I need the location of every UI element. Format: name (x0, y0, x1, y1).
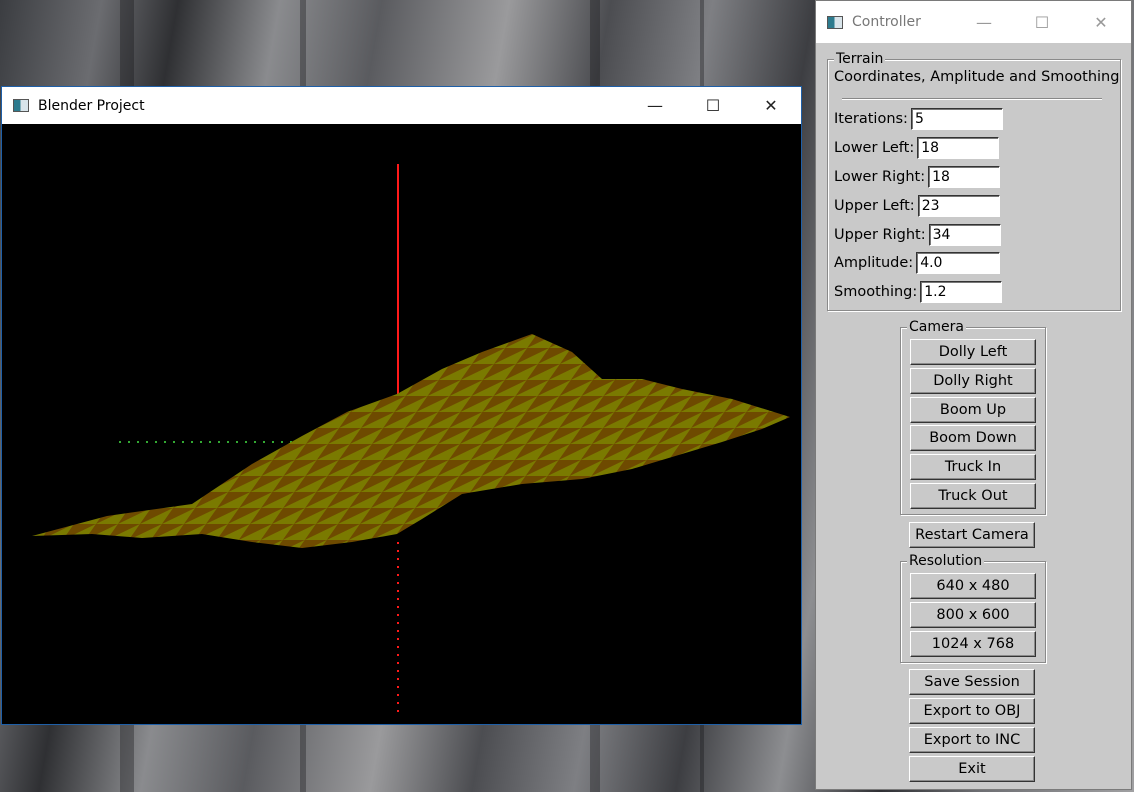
3d-viewport[interactable] (2, 124, 801, 724)
amplitude-row: Amplitude: (834, 251, 1001, 275)
dolly-right-button[interactable]: Dolly Right (910, 368, 1036, 394)
lower-right-label: Lower Right: (834, 169, 926, 185)
maximize-icon: ☐ (705, 96, 721, 115)
window-title: Blender Project (38, 97, 145, 114)
export-obj-button[interactable]: Export to OBJ (909, 698, 1035, 724)
truck-in-button[interactable]: Truck In (910, 454, 1036, 480)
camera-group: Camera Dolly Left Dolly Right Boom Up Bo… (900, 319, 1046, 515)
maximize-button[interactable]: ☐ (690, 87, 736, 124)
boom-up-button[interactable]: Boom Up (910, 397, 1036, 423)
app-icon (13, 99, 29, 112)
terrain-group: Terrain Coordinates, Amplitude and Smoot… (827, 51, 1121, 311)
boom-down-button[interactable]: Boom Down (910, 425, 1036, 451)
upper-right-field[interactable] (928, 224, 1001, 246)
close-icon: ✕ (764, 96, 778, 115)
maximize-button[interactable]: ☐ (1019, 1, 1065, 43)
iterations-row: Iterations: (834, 107, 1003, 131)
close-button[interactable]: ✕ (1078, 1, 1124, 43)
upper-left-label: Upper Left: (834, 198, 915, 214)
export-inc-button[interactable]: Export to INC (909, 727, 1035, 753)
exit-button[interactable]: Exit (909, 756, 1035, 782)
restart-camera-button[interactable]: Restart Camera (909, 522, 1035, 548)
truck-out-button[interactable]: Truck Out (910, 483, 1036, 509)
smoothing-label: Smoothing: (834, 284, 918, 300)
minimize-icon: — (976, 12, 992, 32)
upper-left-row: Upper Left: (834, 194, 1000, 218)
dolly-left-button[interactable]: Dolly Left (910, 339, 1036, 365)
blender-titlebar[interactable]: Blender Project — ☐ ✕ (2, 87, 801, 124)
close-icon: ✕ (1094, 12, 1108, 32)
save-session-button[interactable]: Save Session (909, 669, 1035, 695)
terrain-render (32, 164, 790, 716)
resolution-1024-button[interactable]: 1024 x 768 (910, 631, 1036, 657)
smoothing-row: Smoothing: (834, 280, 1003, 304)
minimize-icon: — (647, 96, 663, 115)
amplitude-label: Amplitude: (834, 255, 914, 271)
minimize-button[interactable]: — (961, 1, 1007, 43)
camera-legend: Camera (907, 319, 966, 335)
app-icon (827, 15, 843, 29)
iterations-label: Iterations: (834, 111, 908, 127)
terrain-subtitle: Coordinates, Amplitude and Smoothing (834, 69, 1120, 85)
blender-project-window: Blender Project — ☐ ✕ (1, 86, 802, 725)
controller-window: Controller — ☐ ✕ Terrain Coordinates, Am… (815, 0, 1132, 790)
window-title: Controller (852, 14, 921, 30)
resolution-640-button[interactable]: 640 x 480 (910, 573, 1036, 599)
lower-left-field[interactable] (917, 137, 1000, 159)
minimize-button[interactable]: — (632, 87, 678, 124)
lower-left-label: Lower Left: (834, 140, 915, 156)
resolution-legend: Resolution (907, 553, 985, 569)
controller-titlebar[interactable]: Controller — ☐ ✕ (816, 1, 1131, 43)
upper-right-row: Upper Right: (834, 223, 1001, 247)
upper-left-field[interactable] (917, 195, 1000, 217)
maximize-icon: ☐ (1034, 12, 1050, 32)
amplitude-field[interactable] (916, 252, 1001, 274)
divider (842, 98, 1102, 100)
close-button[interactable]: ✕ (748, 87, 794, 124)
terrain-legend: Terrain (834, 51, 886, 67)
lower-right-row: Lower Right: (834, 165, 1001, 189)
upper-right-label: Upper Right: (834, 227, 926, 243)
resolution-group: Resolution 640 x 480 800 x 600 1024 x 76… (900, 553, 1046, 663)
iterations-field[interactable] (910, 108, 1003, 130)
resolution-800-button[interactable]: 800 x 600 (910, 602, 1036, 628)
lower-right-field[interactable] (928, 166, 1001, 188)
lower-left-row: Lower Left: (834, 136, 1000, 160)
terrain-mesh (32, 334, 790, 548)
smoothing-field[interactable] (920, 281, 1003, 303)
